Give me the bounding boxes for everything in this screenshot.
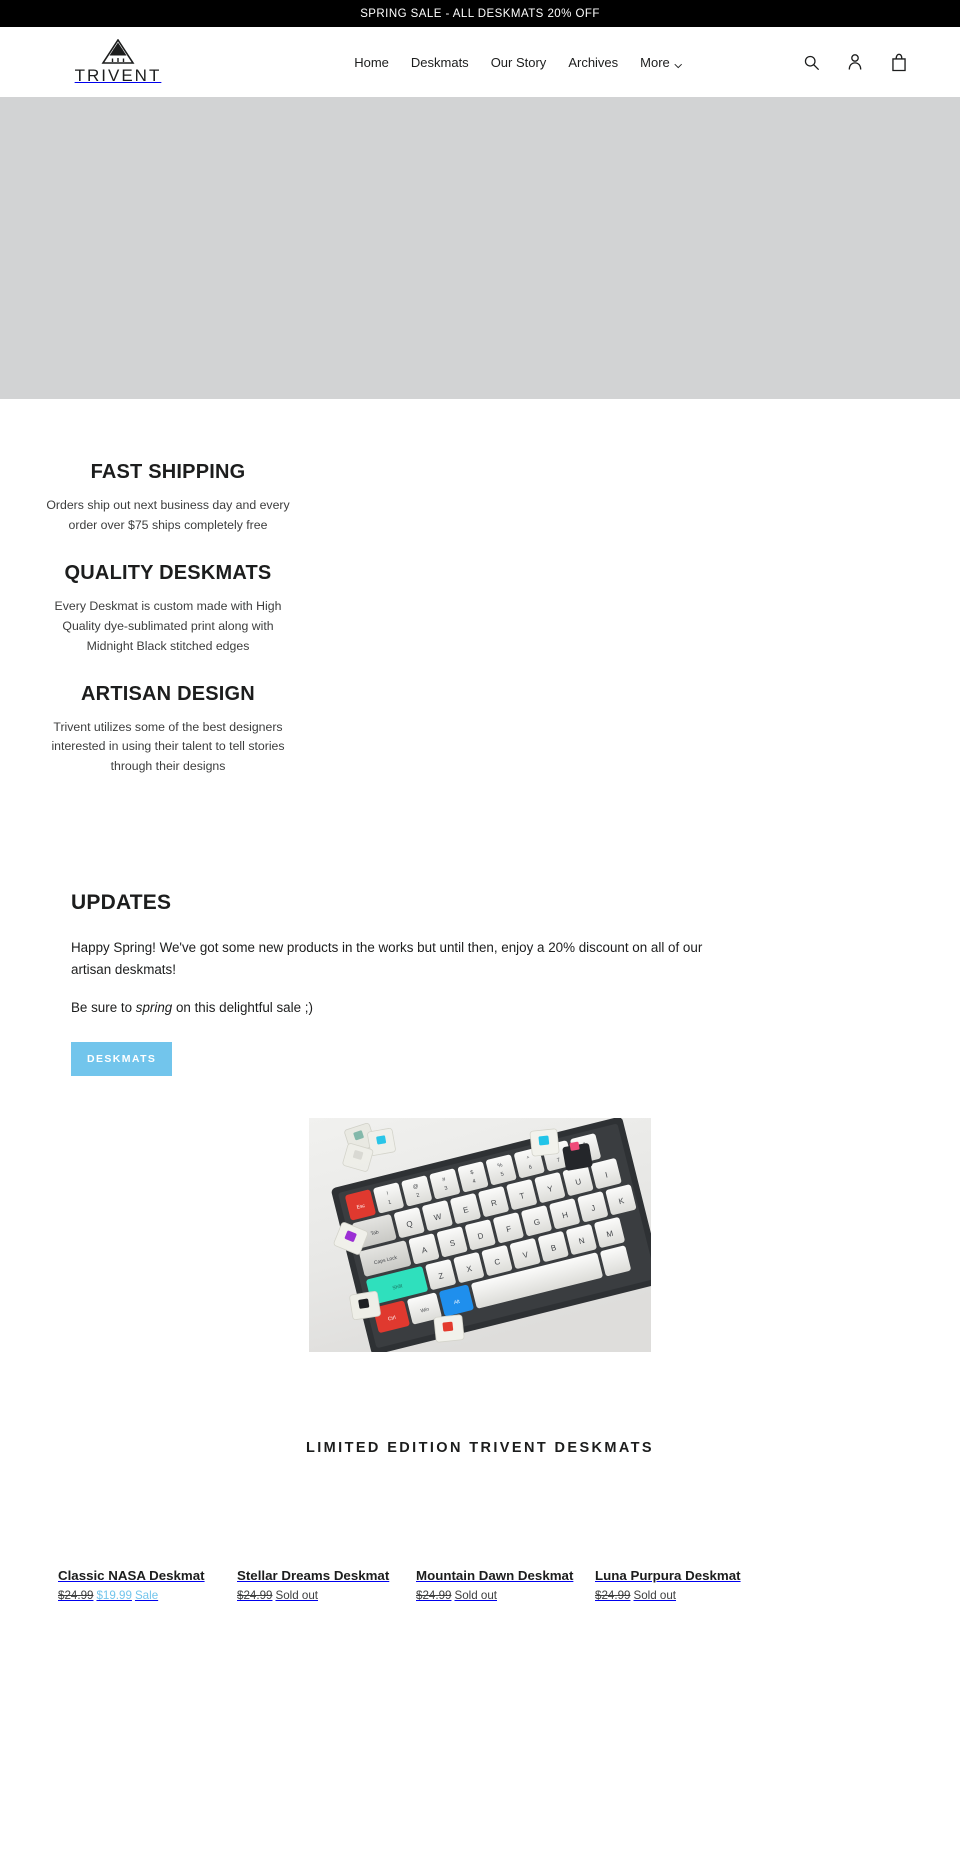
nav-label: Deskmats: [410, 54, 469, 70]
chevron-down-icon: [674, 58, 682, 69]
nav-label: More: [640, 54, 670, 70]
deskmats-button[interactable]: DESKMATS: [71, 1041, 173, 1076]
product-price: $24.99 $19.99 Sale: [58, 1589, 237, 1602]
product-title: Stellar Dreams Deskmat: [237, 1567, 390, 1583]
cart-icon[interactable]: [888, 51, 910, 73]
feature-body: Orders ship out next business day and ev…: [46, 498, 290, 532]
updates-paragraph-1: Happy Spring! We've got some new product…: [71, 940, 703, 978]
price-original: $24.99: [416, 1588, 452, 1602]
updates-p2-before: Be sure to: [71, 1000, 136, 1016]
price-original: $24.99: [58, 1588, 94, 1602]
collection-heading: LIMITED EDITION TRIVENT DESKMATS: [305, 1439, 654, 1456]
feature-body: Every Deskmat is custom made with High Q…: [54, 598, 282, 653]
nav-label: Home: [354, 54, 389, 70]
updates-p2-after: on this delightful sale ;): [172, 1000, 313, 1016]
announcement-text: SPRING SALE - ALL DESKMATS 20% OFF: [360, 7, 600, 20]
hero-banner[interactable]: [0, 97, 960, 399]
updates-section: UPDATES Happy Spring! We've got some new…: [0, 803, 820, 1076]
nav-label: Our Story: [490, 54, 547, 70]
price-status: Sold out: [454, 1588, 498, 1602]
product-price: $24.99 Sold out: [237, 1589, 416, 1602]
nav-item-deskmats[interactable]: Deskmats: [411, 55, 469, 70]
nav-item-archives[interactable]: Archives: [568, 55, 618, 70]
features-section: FAST SHIPPING Orders ship out next busin…: [0, 399, 960, 777]
price-original: $24.99: [237, 1588, 273, 1602]
product-card-stellar-dreams-deskmat[interactable]: Stellar Dreams Deskmat $24.99 Sold out: [237, 1568, 416, 1602]
collection-section: LIMITED EDITION TRIVENT DESKMATS Classic…: [0, 1440, 960, 1602]
feature-title: QUALITY DESKMATS: [64, 561, 272, 584]
feature-fast-shipping: FAST SHIPPING Orders ship out next busin…: [40, 461, 296, 536]
updates-paragraph-2: Be sure to spring on this delightful sal…: [71, 997, 731, 1019]
product-price: $24.99 Sold out: [416, 1589, 595, 1602]
updates-p2-emphasis: spring: [135, 1000, 173, 1016]
feature-title: FAST SHIPPING: [90, 461, 246, 483]
price-status: Sale: [134, 1588, 159, 1602]
announcement-bar: SPRING SALE - ALL DESKMATS 20% OFF: [0, 0, 960, 27]
product-title: Classic NASA Deskmat: [58, 1567, 205, 1583]
logo-wordmark: TRIVENT: [74, 65, 162, 85]
keyboard-photo: Esc ! 1 @ 2 # 3 $ 4 % 5 ^ 6 7 Tab Q W E …: [309, 1117, 651, 1352]
main-navigation: Home Deskmats Our Story Archives More: [354, 55, 682, 70]
price-discounted: $19.99: [96, 1588, 132, 1602]
price-status: Sold out: [275, 1588, 319, 1602]
nav-item-our-story[interactable]: Our Story: [491, 55, 547, 70]
product-price: $24.99 Sold out: [595, 1589, 774, 1602]
product-grid: Classic NASA Deskmat $24.99 $19.99 Sale St…: [0, 1568, 960, 1602]
site-logo[interactable]: TRIVENT: [58, 38, 178, 86]
product-card-luna-purpura-deskmat[interactable]: Luna Purpura Deskmat $24.99 Sold out: [595, 1568, 774, 1602]
product-card-mountain-dawn-deskmat[interactable]: Mountain Dawn Deskmat $24.99 Sold out: [416, 1568, 595, 1602]
search-icon[interactable]: [800, 51, 822, 73]
price-status: Sold out: [633, 1588, 677, 1602]
product-title: Luna Purpura Deskmat: [595, 1567, 741, 1583]
site-header: TRIVENT Home Deskmats Our Story Archives…: [0, 27, 960, 97]
nav-item-home[interactable]: Home: [354, 55, 389, 70]
account-icon[interactable]: [844, 51, 866, 73]
mountain-peak-logo-icon: [101, 38, 135, 65]
product-title: Mountain Dawn Deskmat: [416, 1567, 574, 1583]
nav-label: Archives: [568, 54, 619, 70]
feature-body: Trivent utilizes some of the best design…: [51, 719, 285, 774]
feature-artisan-design: ARTISAN DESIGN Trivent utilizes some of …: [40, 683, 296, 778]
product-card-classic-nasa-deskmat[interactable]: Classic NASA Deskmat $24.99 $19.99 Sale: [58, 1568, 237, 1602]
nav-item-more[interactable]: More: [640, 55, 682, 70]
updates-heading: UPDATES: [71, 891, 172, 915]
feature-title: ARTISAN DESIGN: [81, 682, 255, 705]
header-icon-group: [800, 51, 932, 73]
feature-quality-deskmats: QUALITY DESKMATS Every Deskmat is custom…: [40, 562, 296, 657]
price-original: $24.99: [595, 1588, 631, 1602]
